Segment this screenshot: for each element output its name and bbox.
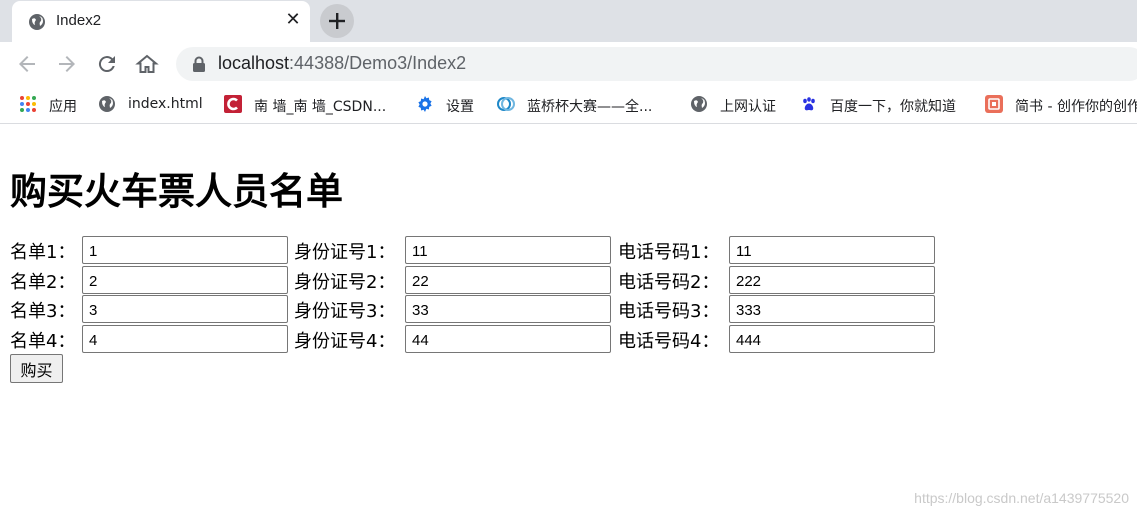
globe-icon [29, 14, 45, 30]
phone-input-2[interactable] [729, 266, 935, 294]
id-input-1[interactable] [405, 236, 611, 264]
buy-button[interactable]: 购买 [10, 354, 63, 383]
name-label: 名单1： [10, 242, 76, 263]
name-label: 名单3： [10, 301, 76, 322]
passenger-row-4: 名单4： 身份证号4： 电话号码4： [10, 325, 940, 353]
id-input-4[interactable] [405, 325, 611, 353]
phone-label: 电话号码2： [618, 272, 720, 293]
name-input-3[interactable] [82, 295, 288, 323]
phone-label: 电话号码4： [618, 331, 720, 352]
phone-input-4[interactable] [729, 325, 935, 353]
globe-icon [691, 96, 707, 112]
id-label: 身份证号3： [294, 301, 396, 322]
tab-title: Index2 [56, 12, 102, 29]
bookmark-apps[interactable]: 应用 [19, 94, 89, 116]
reload-icon[interactable] [95, 52, 119, 76]
url-text: localhost:44388/Demo3/Index2 [218, 53, 466, 74]
plus-icon [329, 13, 345, 29]
bookmark-index-html[interactable]: index.html [98, 94, 213, 116]
id-label: 身份证号4： [294, 331, 396, 352]
new-tab-button[interactable] [320, 4, 354, 38]
address-bar[interactable]: localhost:44388/Demo3/Index2 [176, 47, 1137, 81]
watermark: https://blog.csdn.net/a1439775520 [914, 490, 1129, 506]
name-input-1[interactable] [82, 236, 288, 264]
bookmark-baidu[interactable]: 百度一下，你就知道 [800, 94, 975, 116]
gear-icon [418, 96, 432, 112]
bookmark-csdn[interactable]: 南 墙_南 墙_CSDN... [224, 94, 400, 116]
name-input-4[interactable] [82, 325, 288, 353]
bookmark-network-auth[interactable]: 上网认证 [690, 94, 790, 116]
jianshu-icon [985, 95, 1003, 113]
url-path: :44388/Demo3/Index2 [289, 53, 467, 73]
passenger-row-1: 名单1： 身份证号1： 电话号码1： [10, 236, 940, 264]
baidu-paw-icon [800, 95, 818, 113]
lanqiao-icon [497, 97, 515, 111]
globe-icon [99, 96, 115, 112]
id-label: 身份证号2： [294, 272, 396, 293]
lock-icon [193, 56, 205, 72]
tab-strip: Index2 ✕ [0, 0, 1137, 42]
id-label: 身份证号1： [294, 242, 396, 263]
bookmark-label: 百度一下，你就知道 [830, 99, 956, 115]
phone-label: 电话号码3： [618, 301, 720, 322]
bookmark-jianshu[interactable]: 简书 - 创作你的创作 [985, 94, 1137, 116]
tab-index2[interactable]: Index2 ✕ [12, 1, 310, 42]
home-icon[interactable] [135, 52, 159, 76]
passenger-row-2: 名单2： 身份证号2： 电话号码2： [10, 266, 940, 294]
bookmark-label: 应用 [49, 99, 77, 115]
back-arrow-icon[interactable] [15, 52, 39, 76]
phone-input-3[interactable] [729, 295, 935, 323]
forward-arrow-icon[interactable] [55, 52, 79, 76]
phone-label: 电话号码1： [618, 242, 720, 263]
page-content: 购买火车票人员名单 名单1： 身份证号1： 电话号码1： 名单2： 身份证号2：… [0, 125, 1137, 514]
bookmark-label: 简书 - 创作你的创作 [1015, 99, 1137, 115]
name-label: 名单4： [10, 331, 76, 352]
bookmark-lanqiao[interactable]: 蓝桥杯大赛——全... [497, 94, 672, 116]
bookmark-label: 设置 [446, 99, 474, 115]
bookmark-settings[interactable]: 设置 [416, 94, 486, 116]
bookmarks-bar: 应用 index.html 南 墙_南 墙_CSDN... 设置 蓝桥杯大赛——… [0, 86, 1137, 124]
browser-toolbar: localhost:44388/Demo3/Index2 [0, 42, 1137, 86]
csdn-icon [224, 95, 242, 113]
id-input-2[interactable] [405, 266, 611, 294]
passenger-row-3: 名单3： 身份证号3： 电话号码3： [10, 295, 940, 323]
url-host: localhost [218, 53, 290, 73]
apps-grid-icon [20, 96, 36, 112]
name-label: 名单2： [10, 272, 76, 293]
bookmark-label: 上网认证 [720, 99, 776, 115]
close-tab-icon[interactable]: ✕ [282, 9, 304, 31]
bookmark-label: index.html [128, 96, 203, 112]
page-title: 购买火车票人员名单 [10, 170, 343, 213]
id-input-3[interactable] [405, 295, 611, 323]
bookmark-label: 蓝桥杯大赛——全... [527, 99, 653, 115]
phone-input-1[interactable] [729, 236, 935, 264]
bookmark-label: 南 墙_南 墙_CSDN... [254, 99, 387, 115]
name-input-2[interactable] [82, 266, 288, 294]
